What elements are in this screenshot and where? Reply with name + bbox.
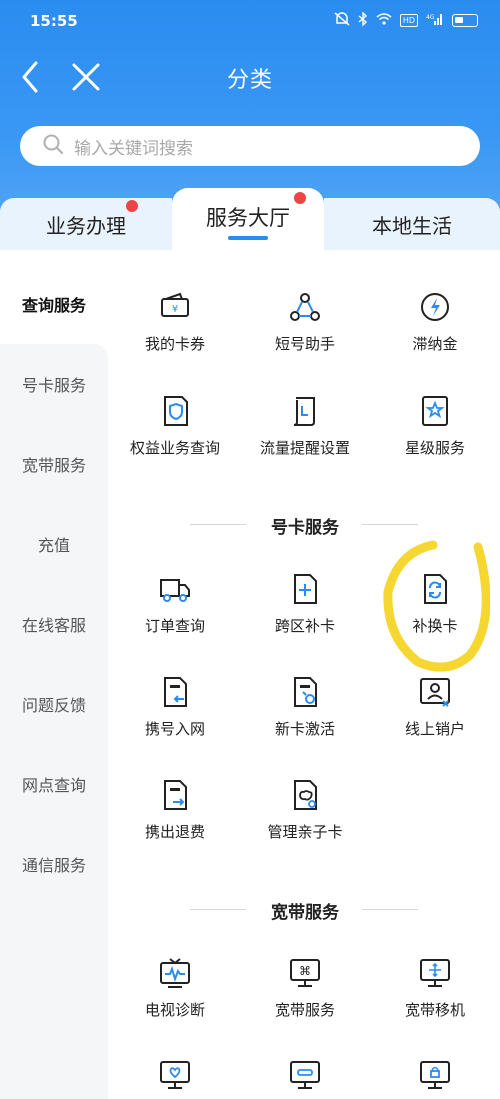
item-label: 宽带服务 (274, 1001, 335, 1019)
category-sidebar: 查询服务 号卡服务 宽带服务 充值 在线客服 问题反馈 网点查询 通信服务 (0, 250, 110, 1099)
order-query-item[interactable]: 订单查询 (110, 572, 240, 636)
broadband-move-item[interactable]: 宽带移机 (370, 956, 500, 1020)
sidebar-item-outlets[interactable]: 网点查询 (0, 772, 108, 796)
coupon-item[interactable]: ¥ 我的卡券 (110, 290, 240, 354)
sidebar-item-online-service[interactable]: 在线客服 (0, 612, 108, 636)
late-fee-item[interactable]: 滞纳金 (370, 290, 500, 354)
header: 15:55 HD 4G 分类 输入关键词搜索 业务办理 本地生活 服务大厅 (0, 0, 500, 250)
activate-card-item[interactable]: 新卡激活 (240, 675, 370, 739)
bluetooth-icon (358, 11, 368, 29)
tab-business-label: 业务办理 (46, 213, 126, 238)
item-label: 我的卡券 (144, 335, 205, 353)
item-label: 星级服务 (404, 439, 465, 457)
lightning-icon (421, 293, 449, 321)
section-title-broadband: 宽带服务 (271, 903, 339, 923)
user-cancel-icon (420, 678, 450, 707)
item-label: 携号入网 (144, 720, 205, 738)
page-title: 分类 (226, 68, 273, 93)
tab-service-hall-label: 服务大厅 (206, 206, 290, 230)
item-label: 权益业务查询 (129, 439, 220, 457)
section-title-card: 号卡服务 (271, 518, 339, 538)
status-time: 15:55 (30, 12, 78, 30)
tab-bar: 业务办理 本地生活 服务大厅 (0, 188, 500, 250)
broadband-item-partial[interactable] (240, 1058, 370, 1092)
tab-service-hall[interactable]: 服务大厅 (172, 188, 324, 250)
monitor-lock-icon (420, 1061, 450, 1089)
svg-text:⌘: ⌘ (299, 964, 311, 978)
search-bar[interactable]: 输入关键词搜索 (20, 126, 480, 166)
signal-icon: 4G (426, 13, 444, 29)
broadband-item-partial[interactable] (370, 1058, 500, 1092)
hd-badge: HD (399, 14, 418, 27)
sidebar-item-recharge[interactable]: 充值 (0, 532, 108, 556)
data-reminder-item[interactable]: 流量提醒设置 (240, 394, 370, 458)
section-divider (362, 524, 418, 525)
item-label: 携出退费 (144, 823, 205, 841)
item-label: 流量提醒设置 (259, 439, 350, 457)
short-number-item[interactable]: 短号助手 (240, 290, 370, 354)
highlight-circle-annotation (383, 540, 490, 672)
item-label: 宽带移机 (404, 1001, 465, 1019)
star-service-item[interactable]: 星级服务 (370, 394, 500, 458)
family-card-item[interactable]: 管理亲子卡 (240, 778, 370, 842)
rights-query-item[interactable]: 权益业务查询 (110, 394, 240, 458)
port-out-refund-item[interactable]: 携出退费 (110, 778, 240, 842)
section-divider (362, 909, 418, 910)
status-icons: HD 4G (334, 11, 478, 29)
active-tab-indicator (228, 236, 268, 240)
item-label: 滞纳金 (412, 335, 458, 353)
item-label: 短号助手 (274, 335, 335, 353)
coupon-icon: ¥ (161, 292, 189, 317)
family-card-icon (294, 780, 317, 810)
tab-local-life[interactable]: 本地生活 (324, 198, 500, 250)
broadband-item-partial[interactable] (110, 1058, 240, 1092)
star-document-icon (422, 396, 448, 426)
sidebar-item-query[interactable]: 查询服务 (0, 292, 108, 316)
truck-icon (160, 579, 190, 602)
search-placeholder: 输入关键词搜索 (74, 138, 193, 159)
monitor-command-icon: ⌘ (290, 959, 320, 987)
notification-dot (294, 192, 306, 204)
tv-diagnosis-item[interactable]: 电视诊断 (110, 956, 240, 1020)
monitor-tools-icon (290, 1061, 320, 1089)
data-scroll-icon (293, 397, 315, 426)
monitor-heart-icon (160, 1061, 190, 1089)
broadband-service-item[interactable]: ⌘ 宽带服务 (240, 956, 370, 1020)
svg-text:¥: ¥ (172, 304, 178, 315)
signal-label: 4G (426, 14, 435, 21)
cancel-account-item[interactable]: 线上销户 (370, 675, 500, 739)
battery-icon (452, 14, 478, 27)
item-label: 跨区补卡 (274, 617, 335, 635)
item-label: 订单查询 (144, 617, 205, 635)
sidebar-item-card[interactable]: 号卡服务 (0, 372, 108, 396)
monitor-move-icon (420, 959, 450, 987)
sidebar-item-telecom[interactable]: 通信服务 (0, 852, 108, 876)
wifi-icon (376, 13, 392, 28)
sidebar-item-broadband[interactable]: 宽带服务 (0, 452, 108, 476)
item-label: 新卡激活 (274, 720, 335, 738)
sim-plus-icon (294, 574, 317, 604)
search-icon (42, 133, 74, 159)
status-bar: 15:55 HD 4G (0, 0, 500, 44)
sim-out-icon (164, 780, 187, 810)
tab-local-life-label: 本地生活 (372, 213, 452, 238)
cross-region-item[interactable]: 跨区补卡 (240, 572, 370, 636)
port-in-item[interactable]: 携号入网 (110, 675, 240, 739)
notification-dot (126, 200, 138, 212)
network-icon (290, 293, 320, 321)
tab-business[interactable]: 业务办理 (0, 198, 172, 250)
tv-pulse-icon (160, 958, 190, 988)
sidebar-item-feedback[interactable]: 问题反馈 (0, 692, 108, 716)
mute-icon (334, 12, 350, 29)
item-label: 电视诊断 (144, 1001, 205, 1019)
item-label: 管理亲子卡 (267, 823, 343, 841)
item-label: 线上销户 (404, 720, 465, 738)
sim-in-icon (164, 677, 187, 707)
sim-activate-icon (294, 677, 317, 707)
shield-document-icon (164, 396, 188, 426)
